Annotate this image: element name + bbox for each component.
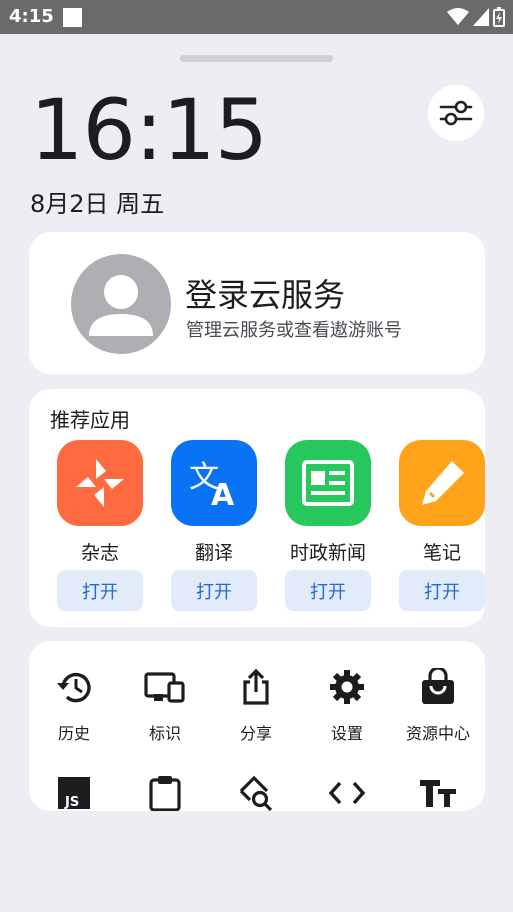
status-bar: 4:15 bbox=[0, 0, 513, 34]
tool-identity[interactable]: 标识 bbox=[120, 667, 210, 744]
tool-label: 资源中心 bbox=[405, 724, 470, 743]
tool-label: 设置 bbox=[330, 724, 363, 743]
tool-history[interactable]: 历史 bbox=[29, 667, 119, 744]
pinwheel-icon bbox=[76, 459, 124, 507]
svg-text:JS: JS bbox=[64, 795, 79, 810]
tool-clipboard[interactable] bbox=[120, 773, 210, 811]
app-icon-translate[interactable]: 文 A bbox=[171, 440, 257, 526]
notification-icon bbox=[63, 8, 82, 27]
settings-sliders-button[interactable] bbox=[428, 85, 484, 141]
tool-text-size[interactable] bbox=[393, 773, 483, 811]
signal-icon bbox=[473, 8, 489, 26]
share-icon bbox=[243, 668, 269, 705]
sliders-icon bbox=[439, 100, 473, 126]
app-icon-news[interactable] bbox=[285, 440, 371, 526]
devices-icon bbox=[144, 672, 185, 703]
status-time: 4:15 bbox=[9, 6, 54, 27]
clock-date: 8月2日 周五 bbox=[30, 190, 165, 218]
wifi-icon bbox=[447, 8, 469, 25]
recommended-title: 推荐应用 bbox=[50, 408, 130, 432]
tool-label: 历史 bbox=[57, 724, 90, 743]
login-subtitle: 管理云服务或查看遨游账号 bbox=[186, 320, 402, 341]
open-button[interactable]: 打开 bbox=[57, 570, 143, 611]
tool-page-search[interactable] bbox=[211, 773, 301, 811]
translate-icon: 文 A bbox=[189, 460, 235, 509]
clock-time: 16:15 bbox=[30, 81, 268, 179]
cloud-login-card[interactable]: 登录云服务 管理云服务或查看遨游账号 bbox=[29, 232, 485, 374]
gear-icon bbox=[330, 670, 364, 704]
app-label: 杂志 bbox=[80, 542, 119, 564]
tool-share[interactable]: 分享 bbox=[211, 667, 301, 744]
app-label: 时政新闻 bbox=[289, 542, 366, 564]
text-size-icon bbox=[420, 780, 456, 807]
app-label: 翻译 bbox=[194, 542, 233, 564]
tool-label: 分享 bbox=[239, 724, 272, 743]
app-label: 笔记 bbox=[422, 542, 461, 564]
drag-handle[interactable] bbox=[180, 55, 333, 62]
tool-settings[interactable]: 设置 bbox=[302, 667, 392, 744]
clipboard-icon bbox=[149, 776, 181, 811]
battery-icon bbox=[493, 7, 505, 27]
app-icon-notes[interactable] bbox=[399, 440, 485, 526]
login-title: 登录云服务 bbox=[185, 276, 346, 314]
svg-text:A: A bbox=[211, 478, 235, 509]
code-icon bbox=[328, 781, 366, 805]
page-search-icon bbox=[239, 775, 273, 811]
pencil-icon bbox=[422, 461, 464, 505]
avatar bbox=[71, 254, 171, 354]
tool-javascript[interactable]: JS bbox=[29, 773, 119, 811]
app-icon-magazine[interactable] bbox=[57, 440, 143, 526]
open-button[interactable]: 打开 bbox=[399, 570, 485, 611]
tool-label: 标识 bbox=[148, 724, 181, 743]
user-icon bbox=[89, 275, 153, 336]
status-icons bbox=[447, 6, 505, 28]
open-button[interactable]: 打开 bbox=[171, 570, 257, 611]
tool-code[interactable] bbox=[302, 773, 392, 811]
tool-resource-center[interactable]: 资源中心 bbox=[393, 667, 483, 744]
tools-card: 历史 标识 分享 设置 资源中心 JS bbox=[29, 641, 485, 811]
history-icon bbox=[57, 672, 91, 703]
javascript-icon: JS bbox=[58, 777, 90, 810]
newspaper-icon bbox=[302, 460, 354, 506]
recommended-apps-card: 推荐应用 杂志 打开 文 A 翻译 打开 时政新闻 打开 笔记 打开 bbox=[29, 389, 485, 627]
open-button[interactable]: 打开 bbox=[285, 570, 371, 611]
shopping-bag-icon bbox=[422, 668, 454, 704]
